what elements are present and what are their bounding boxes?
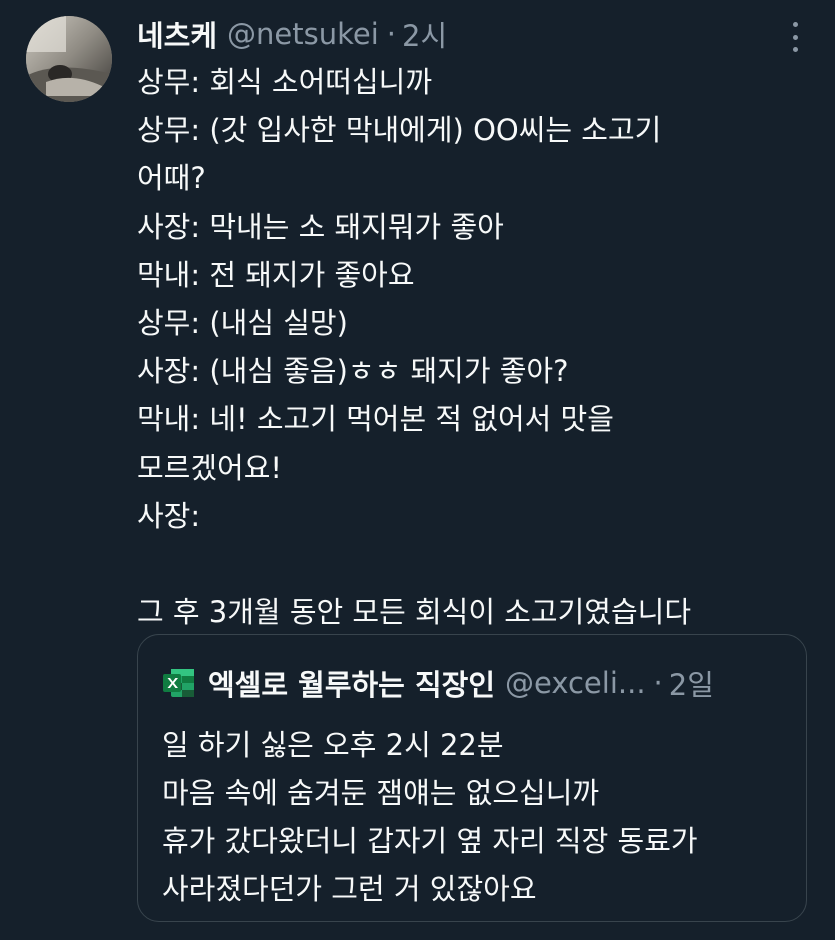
author-handle[interactable]: @netsukei xyxy=(227,17,379,51)
quoted-tweet-timestamp[interactable]: 2일 xyxy=(669,662,714,704)
quoted-tweet[interactable]: 엑셀로 월루하는 직장인 @exceli... · 2일 일 하기 싫은 오후 … xyxy=(137,634,807,922)
tweet-header: 네츠케 @netsukei · 2시 xyxy=(137,12,447,56)
quoted-tweet-header: 엑셀로 월루하는 직장인 @exceli... · 2일 xyxy=(162,661,714,705)
separator-dot: · xyxy=(653,666,663,700)
tweet[interactable]: 네츠케 @netsukei · 2시 상무: 회식 소어떠십니까 상무: (갓 … xyxy=(0,0,835,940)
tweet-line: 사장: xyxy=(137,498,201,533)
excel-icon[interactable] xyxy=(162,666,196,700)
tweet-line: 상무: 회식 소어떠십니까 xyxy=(137,65,433,99)
tweet-line: 사장: (내심 좋음)ㅎㅎ 돼지가 좋아? xyxy=(137,354,569,389)
tweet-line: 모르겠어요! xyxy=(137,450,283,485)
quoted-tweet-line: 사라졌다던가 그런 거 있잖아요 xyxy=(162,872,537,906)
quoted-author-display-name[interactable]: 엑셀로 월루하는 직장인 xyxy=(208,662,495,704)
tweet-line: 사장: 막내는 소 돼지뭐가 좋아 xyxy=(137,209,504,244)
quoted-tweet-line: 일 하기 싫은 오후 2시 22분 xyxy=(162,728,504,762)
author-display-name[interactable]: 네츠케 xyxy=(137,13,217,55)
quoted-tweet-body: 일 하기 싫은 오후 2시 22분 마음 속에 숨겨둔 잼얘는 없으십니까 휴가… xyxy=(162,721,792,913)
tweet-line: 상무: (내심 실망) xyxy=(137,305,348,340)
tweet-timestamp[interactable]: 2시 xyxy=(402,13,447,55)
tweet-line: 상무: (갓 입사한 막내에게) OO씨는 소고기 xyxy=(137,113,662,148)
quoted-tweet-line: 휴가 갔다왔더니 갑자기 옆 자리 직장 동료가 xyxy=(162,824,698,858)
tweet-line: 막내: 네! 소고기 먹어본 적 없어서 맛을 xyxy=(137,402,614,437)
tweet-line: 어때? xyxy=(137,161,206,196)
separator-dot: · xyxy=(386,17,397,51)
tweet-line: 그 후 3개월 동안 모든 회식이 소고기였습니다 xyxy=(137,595,692,630)
quoted-tweet-line: 마음 속에 숨겨둔 잼얘는 없으십니까 xyxy=(162,776,600,810)
quoted-author-handle[interactable]: @exceli... xyxy=(505,666,646,700)
tweet-line: 막내: 전 돼지가 좋아요 xyxy=(137,257,415,292)
more-horizontal-icon[interactable] xyxy=(783,22,807,52)
author-avatar[interactable] xyxy=(26,16,112,102)
tweet-body: 상무: 회식 소어떠십니까 상무: (갓 입사한 막내에게) OO씨는 소고기 … xyxy=(137,58,807,636)
